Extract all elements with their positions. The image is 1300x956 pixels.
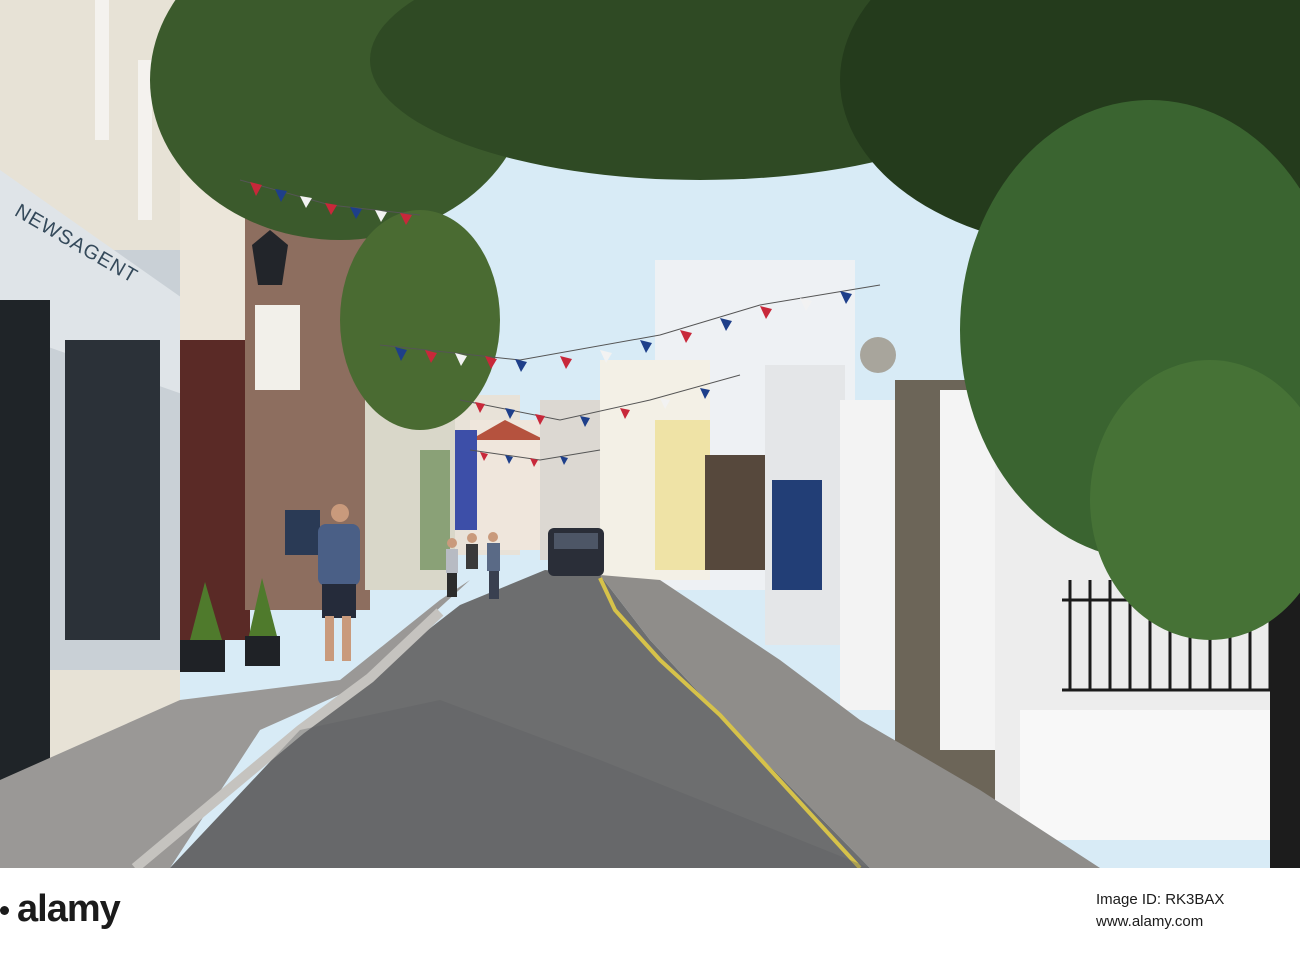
watermark-bar: alamy Image ID: RK3BAX www.alamy.com — [0, 868, 1300, 956]
wall-base — [1020, 710, 1270, 840]
distant-building-blue — [455, 430, 477, 530]
planter-right — [245, 636, 280, 666]
notice-board — [285, 510, 320, 555]
shop-window — [65, 340, 160, 640]
image-id: Image ID: RK3BAX — [1096, 891, 1225, 908]
pub-front — [180, 340, 250, 640]
stone-window — [255, 305, 300, 390]
watermark-url: www.alamy.com — [1096, 913, 1204, 930]
planter-left — [180, 640, 225, 672]
pillar-ball — [860, 337, 896, 373]
stock-photo-page: NEWSAGENT alamy Image ID: RK3BAX www.ala… — [0, 0, 1300, 956]
street-scene — [0, 0, 1300, 868]
gate-pillar — [840, 400, 895, 710]
alamy-logo-text: alamy — [17, 888, 121, 930]
shop-door — [0, 300, 50, 780]
bay-window-building — [705, 455, 775, 570]
church-notice-board — [772, 480, 822, 590]
green-shopfront — [420, 450, 450, 570]
alamy-logo: alamy — [0, 888, 121, 931]
upper-window — [95, 0, 109, 140]
upper-window-2 — [138, 60, 152, 220]
street-photo: NEWSAGENT — [0, 0, 1300, 868]
tree-left-lower — [340, 210, 500, 430]
right-yellow-front — [655, 420, 710, 570]
car-windscreen — [554, 533, 598, 549]
